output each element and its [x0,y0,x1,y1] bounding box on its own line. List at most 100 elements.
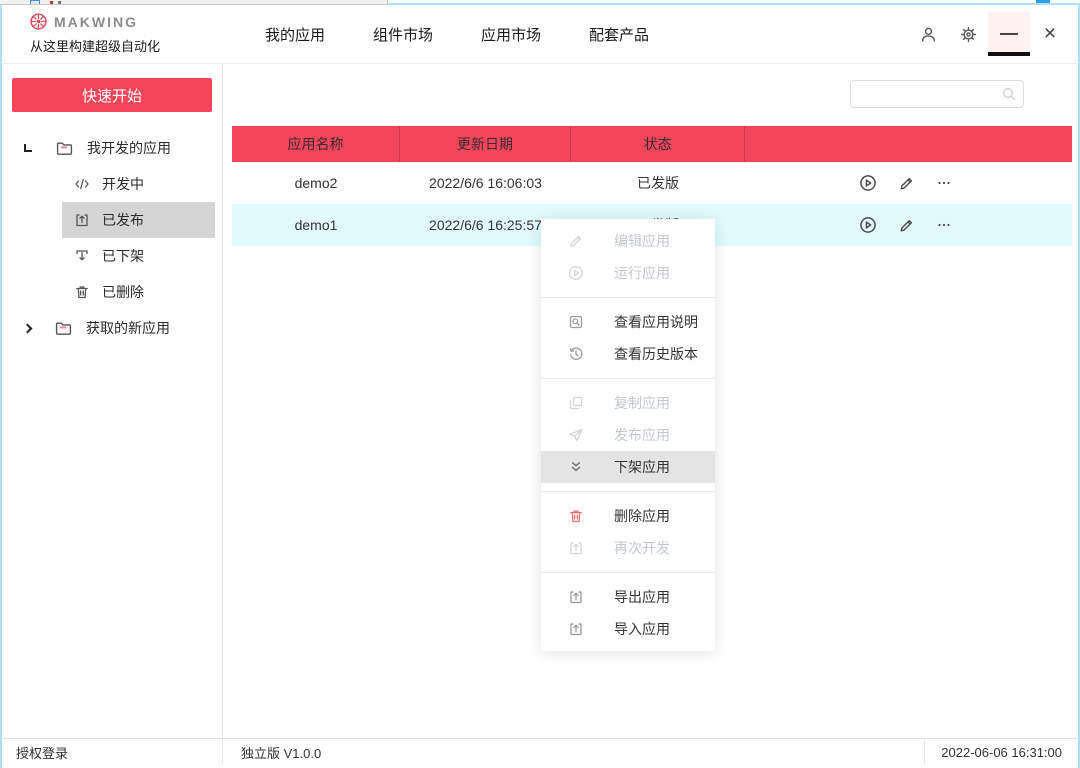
folder-icon [56,140,73,157]
row-actions [745,174,1072,192]
close-button[interactable]: × [1030,12,1070,56]
tree-node-my-developed-apps[interactable]: 我开发的应用 [2,130,222,166]
tree-node-label: 已删除 [102,282,144,302]
gear-icon [960,26,977,43]
col-header-update-date: 更新日期 [400,126,571,162]
menu-item-publish-app: 发布应用 [541,419,715,451]
background-dot-icon [50,1,53,4]
menu-divider [541,378,715,379]
trash-icon [568,508,584,524]
cell-app-name: demo2 [232,175,400,191]
nav-app-market[interactable]: 应用市场 [481,24,541,45]
menu-divider [541,572,715,573]
menu-item-label: 导入应用 [614,619,670,639]
close-icon: × [1044,22,1056,46]
tree-node-in-development[interactable]: 开发中 [62,166,215,202]
menu-item-view-app-description[interactable]: 查看应用说明 [541,306,715,338]
minimize-button[interactable] [988,12,1030,56]
nav-component-market[interactable]: 组件市场 [373,24,433,45]
settings-button[interactable] [948,12,988,56]
menu-item-view-history[interactable]: 查看历史版本 [541,338,715,370]
background-dot-icon [58,1,61,4]
tree-node-label: 已下架 [102,246,144,266]
menu-item-label: 运行应用 [614,263,670,283]
background-window-fragment [0,0,388,5]
tree-node-acquired-apps[interactable]: 获取的新应用 [2,310,222,346]
background-blue-fragment [1036,0,1050,3]
user-button[interactable] [908,12,948,56]
send-icon [568,427,584,443]
copy-icon [568,395,584,411]
table-header: 应用名称 更新日期 状态 [232,126,1072,162]
menu-divider [541,297,715,298]
background-grid-icon [30,0,40,5]
sidebar: 快速开始 我开发的应用 开发中 [2,64,223,740]
context-menu: 编辑应用 运行应用 查看应用说明 查看历史版本 复制应用 发布应用 [541,219,715,651]
view-doc-icon [568,314,584,330]
tree-node-label: 我开发的应用 [87,138,171,158]
row-actions [745,216,1072,234]
col-header-actions [745,126,1072,162]
menu-item-take-down-app[interactable]: 下架应用 [541,451,715,483]
expanded-caret-icon [24,144,32,152]
status-bar: 授权登录 独立版 V1.0.0 2022-06-06 16:31:00 [2,738,1078,765]
menu-item-label: 删除应用 [614,506,670,526]
search-input[interactable] [850,80,1024,108]
more-actions-button[interactable] [936,175,952,191]
redeploy-icon [568,540,584,556]
folder-icon [55,320,72,337]
search-icon [1001,86,1017,102]
more-actions-button[interactable] [936,217,952,233]
run-app-button[interactable] [859,174,877,192]
export-icon [568,589,584,605]
run-app-button[interactable] [859,216,877,234]
makwing-logo-icon [30,13,47,30]
pencil-icon [568,233,584,249]
menu-item-export-app[interactable]: 导出应用 [541,581,715,613]
menu-item-label: 下架应用 [614,457,670,477]
take-down-icon [74,248,90,264]
status-clock: 2022-06-06 16:31:00 [925,745,1078,760]
menu-item-label: 发布应用 [614,425,670,445]
quick-start-button[interactable]: 快速开始 [12,78,212,112]
menu-item-delete-app[interactable]: 删除应用 [541,500,715,532]
app-window: MAKWING 从这里构建超级自动化 我的应用 组件市场 应用市场 配套产品 [0,3,1080,768]
edit-app-button[interactable] [898,217,915,234]
brand-block: MAKWING 从这里构建超级自动化 [30,13,160,55]
menu-item-label: 复制应用 [614,393,670,413]
app-tree: 我开发的应用 开发中 已发布 [2,130,222,346]
brand-name: MAKWING [54,14,138,30]
status-version: 独立版 V1.0.0 [223,739,925,765]
edit-app-button[interactable] [898,175,915,192]
menu-divider [541,491,715,492]
minimize-underline [988,52,1030,56]
tree-node-published[interactable]: 已发布 [62,202,215,238]
cell-app-name: demo1 [232,217,400,233]
menu-item-label: 查看应用说明 [614,312,698,332]
tree-node-deleted[interactable]: 已删除 [62,274,215,310]
main-nav: 我的应用 组件市场 应用市场 配套产品 [265,5,649,63]
window-controls: × [908,5,1070,63]
menu-item-edit-app: 编辑应用 [541,225,715,257]
menu-item-label: 编辑应用 [614,231,670,251]
status-auth-login[interactable]: 授权登录 [2,739,223,765]
code-icon [74,176,90,192]
search-box [850,80,1024,108]
tree-node-unpublished[interactable]: 已下架 [62,238,215,274]
nav-my-apps[interactable]: 我的应用 [265,24,325,45]
top-bar: MAKWING 从这里构建超级自动化 我的应用 组件市场 应用市场 配套产品 [2,5,1078,64]
tree-node-label: 获取的新应用 [86,318,170,338]
tree-node-label: 开发中 [102,174,144,194]
brand-tagline: 从这里构建超级自动化 [30,36,160,55]
table-row[interactable]: demo2 2022/6/6 16:06:03 已发版 [232,162,1072,204]
menu-item-import-app[interactable]: 导入应用 [541,613,715,645]
play-circle-icon [568,265,584,281]
publish-icon [74,212,90,228]
menu-item-copy-app: 复制应用 [541,387,715,419]
tree-node-label: 已发布 [102,210,144,230]
nav-related-products[interactable]: 配套产品 [589,24,649,45]
person-icon [920,26,937,43]
cell-update-date: 2022/6/6 16:06:03 [400,175,571,191]
menu-item-run-app: 运行应用 [541,257,715,289]
col-header-app-name: 应用名称 [232,126,400,162]
